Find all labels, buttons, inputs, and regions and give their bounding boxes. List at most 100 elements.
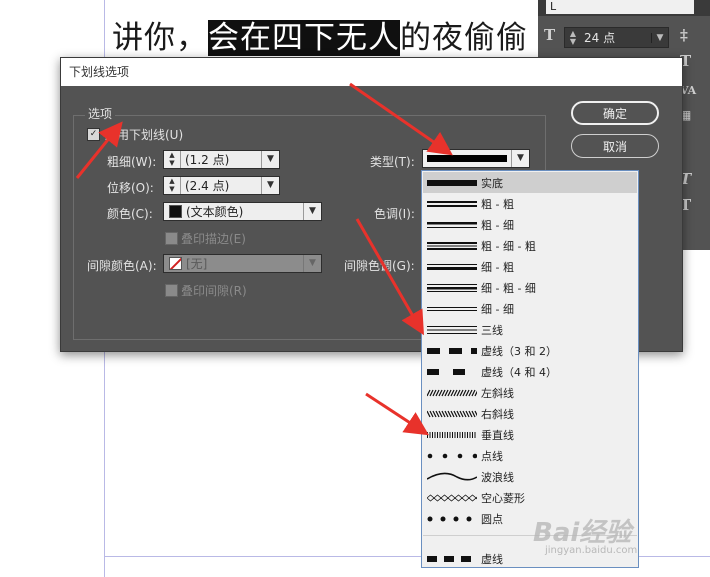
offset-label: 位移(O): — [107, 181, 154, 195]
thick-thin-thick-line-icon — [427, 241, 477, 250]
dropdown-option-label: 空心菱形 — [481, 491, 525, 505]
overprint-gap-label: 叠印间隙(R) — [181, 284, 247, 298]
enable-underline-label[interactable]: 启用下划线(U) — [105, 126, 183, 143]
dropdown-option-solid[interactable]: 实底 — [423, 172, 637, 193]
weight-stepper[interactable]: ▲ ▼ — [164, 151, 181, 168]
dropdown-option-wavy[interactable]: 波浪线 — [423, 466, 637, 487]
thin-thick-line-icon — [427, 263, 477, 270]
triple-line-icon — [427, 325, 477, 334]
offset-value: (2.4 点) — [185, 179, 230, 193]
text-before: 讲你， — [112, 20, 208, 56]
overprint-gap-checkbox[interactable] — [165, 284, 178, 297]
dialog-title[interactable]: 下划线选项 — [61, 58, 682, 86]
dropdown-option-label: 粗 - 细 - 粗 — [481, 239, 536, 253]
tint-label: 色调(I): — [374, 207, 415, 221]
dropdown-option-label: 虚线 — [481, 552, 503, 566]
dropdown-option-dotted[interactable]: 点线 — [423, 445, 637, 466]
leading-icon: ‡ — [680, 26, 688, 44]
solid-line-preview-icon — [427, 155, 507, 162]
font-size-stepper[interactable]: ▲ ▼ — [565, 29, 581, 46]
vertical-line-icon — [427, 431, 476, 438]
dropdown-option-right-slant[interactable]: 右斜线 — [423, 403, 637, 424]
font-size-field[interactable]: ▲ ▼ 24 点 ▼ — [564, 27, 669, 48]
thick-thick-line-icon — [427, 200, 477, 207]
dropdown-option-label: 圆点 — [481, 512, 503, 526]
dropdown-option-left-slant[interactable]: 左斜线 — [423, 382, 637, 403]
gap-color-label: 间隙颜色(A): — [87, 259, 157, 273]
chevron-down-icon[interactable]: ▼ — [511, 150, 529, 167]
chevron-down-icon[interactable]: ▼ — [261, 177, 279, 194]
diamond-line-icon — [427, 493, 477, 502]
dropdown-option-label: 虚线（4 和 4） — [481, 365, 557, 379]
offset-stepper[interactable]: ▲ ▼ — [164, 177, 181, 194]
dropdown-option-thick-thick[interactable]: 粗 - 粗 — [423, 193, 637, 214]
ok-button[interactable]: 确定 — [571, 101, 659, 125]
thick-thin-line-icon — [427, 221, 477, 228]
chevron-down-icon[interactable]: ▼ — [651, 32, 668, 43]
dash-line-icon — [427, 555, 471, 562]
arrow-to-vertical-option — [365, 392, 430, 436]
watermark-url: jingyan.baidu.com — [545, 545, 638, 556]
dropdown-option-label: 三线 — [481, 323, 503, 337]
dropdown-option-thick-thin[interactable]: 粗 - 细 — [423, 214, 637, 235]
panel-topbar: L — [538, 0, 710, 16]
dots-line-icon — [427, 516, 472, 521]
weight-label: 粗细(W): — [107, 155, 157, 169]
dropdown-option-label: 粗 - 细 — [481, 218, 514, 232]
chevron-down-icon[interactable]: ▼ — [261, 151, 279, 168]
cancel-button[interactable]: 取消 — [571, 134, 659, 158]
dash-3-2-line-icon — [427, 347, 477, 354]
none-swatch-icon — [169, 257, 182, 270]
dropdown-option-label: 细 - 粗 - 细 — [481, 281, 536, 295]
dropdown-option-thin-thick-thin[interactable]: 细 - 粗 - 细 — [423, 277, 637, 298]
dropdown-option-thin-thick[interactable]: 细 - 粗 — [423, 256, 637, 277]
dash-4-4-line-icon — [427, 368, 465, 375]
dropdown-option-label: 实底 — [481, 176, 503, 190]
gap-tint-label: 间隙色调(G): — [344, 259, 415, 273]
dropdown-option-diamond[interactable]: 空心菱形 — [423, 487, 637, 508]
dropdown-option-label: 点线 — [481, 449, 503, 463]
gap-color-select[interactable]: [无] ▼ — [163, 254, 322, 273]
type-dropdown-list: 实底粗 - 粗粗 - 细粗 - 细 - 粗细 - 粗细 - 粗 - 细细 - 细… — [421, 170, 639, 568]
baidu-watermark: Bai经验 jingyan.baidu.com — [533, 512, 637, 556]
dropdown-option-dash-4-4[interactable]: 虚线（4 和 4） — [423, 361, 637, 382]
text-after: 的夜偷偷 — [400, 20, 528, 56]
color-select[interactable]: (文本颜色) ▼ — [163, 202, 322, 221]
offset-field[interactable]: ▲ ▼ (2.4 点) ▼ — [163, 176, 280, 195]
color-value: (文本颜色) — [186, 205, 244, 219]
color-label: 颜色(C): — [107, 207, 153, 221]
weight-value: (1.2 点) — [185, 153, 230, 167]
dropdown-option-label: 左斜线 — [481, 386, 514, 400]
watermark-logo: Bai经验 — [533, 518, 632, 548]
type-label: 类型(T): — [370, 155, 415, 169]
dropdown-option-triple[interactable]: 三线 — [423, 319, 637, 340]
dropdown-option-thin-thin[interactable]: 细 - 细 — [423, 298, 637, 319]
thin-thick-thin-line-icon — [427, 283, 477, 292]
font-size-icon: T — [544, 26, 556, 44]
enable-underline-checkbox[interactable]: ✓ — [87, 128, 100, 141]
dropdown-option-vertical[interactable]: 垂直线 — [423, 424, 637, 445]
type-select[interactable]: ▼ — [422, 149, 530, 168]
font-family-field[interactable]: L — [546, 0, 694, 14]
dropdown-option-label: 粗 - 粗 — [481, 197, 514, 211]
dropdown-option-thick-thin-thick[interactable]: 粗 - 细 - 粗 — [423, 235, 637, 256]
dotted-line-icon — [427, 453, 477, 458]
weight-field[interactable]: ▲ ▼ (1.2 点) ▼ — [163, 150, 280, 169]
dropdown-option-dash-3-2[interactable]: 虚线（3 和 2） — [423, 340, 637, 361]
dropdown-option-label: 垂直线 — [481, 428, 514, 442]
dropdown-option-label: 细 - 细 — [481, 302, 514, 316]
gap-color-value: [无] — [186, 257, 208, 271]
dropdown-option-label: 细 - 粗 — [481, 260, 514, 274]
document-text[interactable]: 讲你，会在四下无人的夜偷偷 — [112, 12, 528, 57]
right-slant-line-icon — [427, 410, 477, 417]
chevron-down-icon[interactable]: ▼ — [303, 255, 321, 272]
dropdown-option-label: 右斜线 — [481, 407, 514, 421]
overprint-stroke-checkbox[interactable] — [165, 232, 178, 245]
thin-thin-line-icon — [427, 306, 477, 311]
options-group-label: 选项 — [85, 105, 116, 122]
wavy-line-icon — [427, 472, 477, 480]
font-size-value: 24 点 — [584, 31, 616, 45]
left-slant-line-icon — [427, 389, 477, 396]
chevron-down-icon[interactable]: ▼ — [303, 203, 321, 220]
dropdown-option-label: 波浪线 — [481, 470, 514, 484]
